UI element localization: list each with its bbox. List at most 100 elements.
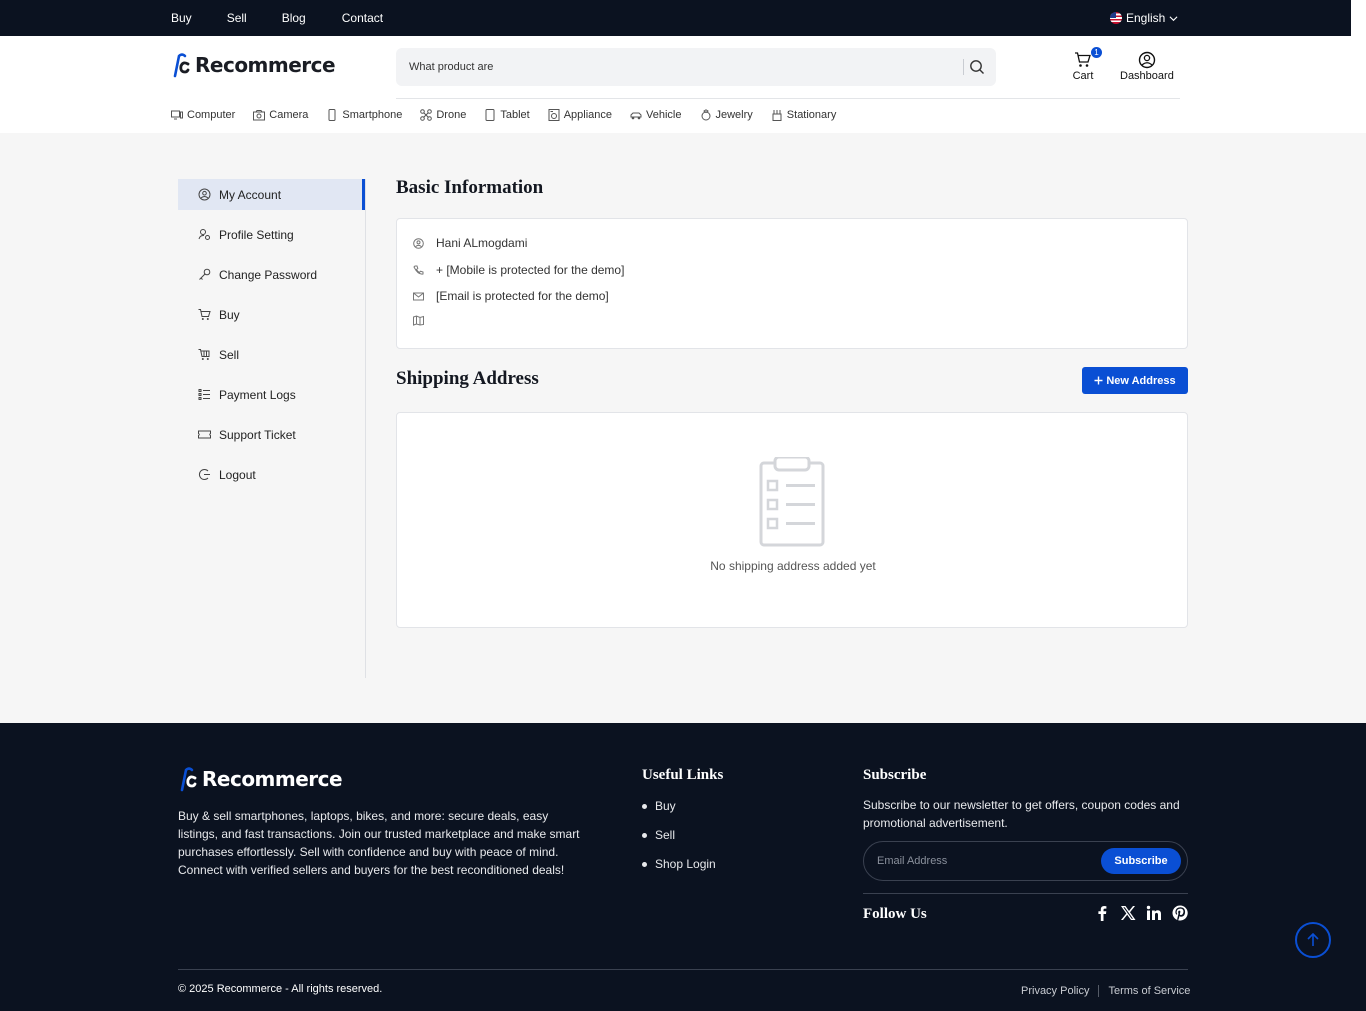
logout-icon	[199, 469, 210, 480]
footer-divider	[863, 893, 1188, 894]
sidebar-item-my-account[interactable]: My Account	[178, 179, 365, 210]
sidebar-item-label: Support Ticket	[219, 427, 296, 442]
vehicle-icon	[630, 112, 642, 120]
cart-icon	[198, 309, 211, 320]
info-name-row: Hani ALmogdami	[413, 236, 527, 250]
category-smartphone[interactable]: Smartphone	[326, 109, 402, 121]
sidebar-item-payment-logs[interactable]: Payment Logs	[178, 379, 365, 410]
category-label: Drone	[436, 109, 467, 121]
sidebar-item-support-ticket[interactable]: Support Ticket	[178, 419, 365, 450]
shipping-address-card: No shipping address added yet	[396, 412, 1188, 628]
footer-bottom-divider	[178, 969, 1188, 970]
category-computer[interactable]: Computer	[171, 109, 235, 121]
scroll-to-top-button[interactable]	[1295, 922, 1331, 958]
top-nav-sell[interactable]: Sell	[227, 11, 247, 25]
new-address-button[interactable]: New Address	[1082, 367, 1188, 394]
footer-link-sell[interactable]: Sell	[642, 828, 716, 857]
search-bar	[396, 48, 996, 86]
sidebar-item-label: Logout	[219, 467, 256, 482]
top-nav-buy[interactable]: Buy	[171, 11, 192, 25]
footer-link-buy[interactable]: Buy	[642, 799, 716, 828]
privacy-policy-link[interactable]: Privacy Policy	[1021, 985, 1089, 997]
category-label: Appliance	[563, 109, 613, 121]
shop-cart-icon	[198, 349, 210, 360]
cart-icon	[1075, 52, 1091, 67]
logo-mark-icon	[173, 53, 190, 78]
sidebar-item-sell[interactable]: Sell	[178, 339, 365, 370]
sidebar-item-change-password[interactable]: Change Password	[178, 259, 365, 290]
new-address-label: New Address	[1106, 374, 1176, 387]
key-icon	[199, 268, 211, 280]
dashboard-button[interactable]: Dashboard	[1120, 50, 1174, 82]
facebook-icon[interactable]	[1094, 905, 1110, 921]
subscribe-button[interactable]: Subscribe	[1101, 848, 1181, 874]
top-nav-blog[interactable]: Blog	[282, 11, 306, 25]
sidebar-item-profile-setting[interactable]: Profile Setting	[178, 219, 365, 250]
site-logo[interactable]: Recommerce	[171, 52, 336, 78]
category-label: Jewelry	[715, 109, 753, 121]
top-nav-contact[interactable]: Contact	[342, 11, 383, 25]
camera-icon	[253, 110, 266, 121]
user-gear-icon	[198, 229, 210, 240]
empty-shipping-text: No shipping address added yet	[710, 559, 876, 573]
sidebar-item-label: My Account	[219, 187, 282, 202]
useful-links-list: Buy Sell Shop Login	[642, 799, 716, 886]
map-icon	[413, 315, 424, 326]
footer-logo[interactable]: Recommerce	[178, 766, 343, 792]
top-bar: Buy Sell Blog Contact English	[0, 0, 1351, 36]
footer-link-shop-login[interactable]: Shop Login	[642, 857, 716, 886]
category-appliance[interactable]: Appliance	[548, 109, 612, 121]
search-input[interactable]	[396, 48, 956, 86]
sidebar-item-label: Payment Logs	[219, 387, 296, 402]
sidebar-item-logout[interactable]: Logout	[178, 459, 365, 490]
follow-us-title: Follow Us	[863, 906, 927, 922]
ticket-icon	[198, 430, 211, 439]
mail-icon	[413, 292, 424, 300]
drone-icon	[420, 109, 433, 121]
search-icon[interactable]	[968, 58, 986, 76]
us-flag-icon	[1110, 12, 1122, 24]
sidebar-item-label: Change Password	[219, 267, 318, 282]
shipping-address-title: Shipping Address	[396, 368, 539, 389]
language-selector[interactable]: English	[1110, 0, 1178, 36]
category-label: Camera	[269, 109, 309, 121]
category-vehicle[interactable]: Vehicle	[630, 109, 682, 121]
user-circle-icon	[1138, 51, 1156, 69]
user-phone: + [Mobile is protected for the demo]	[436, 263, 625, 277]
subscribe-text: Subscribe to our newsletter to get offer…	[863, 798, 1180, 830]
info-phone-row: + [Mobile is protected for the demo]	[413, 263, 624, 277]
terms-of-service-link[interactable]: Terms of Service	[1108, 985, 1190, 997]
category-tablet[interactable]: Tablet	[484, 109, 530, 121]
jewelry-icon	[701, 109, 710, 121]
main-area: My Account Profile Setting Change Passwo…	[0, 133, 1366, 723]
cart-button[interactable]: 1 Cart	[1071, 47, 1102, 82]
footer-logo-text: Recommerce	[202, 767, 343, 791]
header-divider	[396, 98, 1180, 99]
header: Recommerce 1 Cart Dashboard Computer Cam…	[0, 36, 1351, 133]
category-label: Smartphone	[342, 109, 403, 121]
smartphone-icon	[328, 109, 336, 121]
top-nav: Buy Sell Blog Contact	[171, 0, 419, 36]
stationary-icon	[772, 110, 782, 121]
phone-icon	[413, 265, 424, 275]
sidebar-item-buy[interactable]: Buy	[178, 299, 365, 330]
user-circle-icon	[413, 237, 424, 249]
category-jewelry[interactable]: Jewelry	[700, 109, 753, 121]
useful-links-title: Useful Links	[642, 767, 724, 783]
user-name: Hani ALmogdami	[436, 236, 528, 250]
basic-info-card: Hani ALmogdami + [Mobile is protected fo…	[396, 218, 1188, 349]
copyright-text: © 2025 Recommerce - All rights reserved.	[178, 983, 383, 995]
category-stationary[interactable]: Stationary	[771, 109, 836, 121]
pinterest-icon[interactable]	[1172, 905, 1188, 921]
language-label: English	[1126, 11, 1166, 25]
footer-description: Buy & sell smartphones, laptops, bikes, …	[178, 809, 580, 877]
sidebar-item-label: Buy	[219, 307, 240, 322]
chevron-down-icon	[1169, 15, 1178, 21]
email-field[interactable]	[864, 842, 1099, 880]
x-icon[interactable]	[1120, 905, 1136, 921]
linkedin-icon[interactable]	[1146, 905, 1162, 921]
category-drone[interactable]: Drone	[420, 109, 466, 121]
category-camera[interactable]: Camera	[253, 109, 308, 121]
category-label: Tablet	[500, 109, 530, 121]
user-circle-icon	[198, 188, 211, 201]
